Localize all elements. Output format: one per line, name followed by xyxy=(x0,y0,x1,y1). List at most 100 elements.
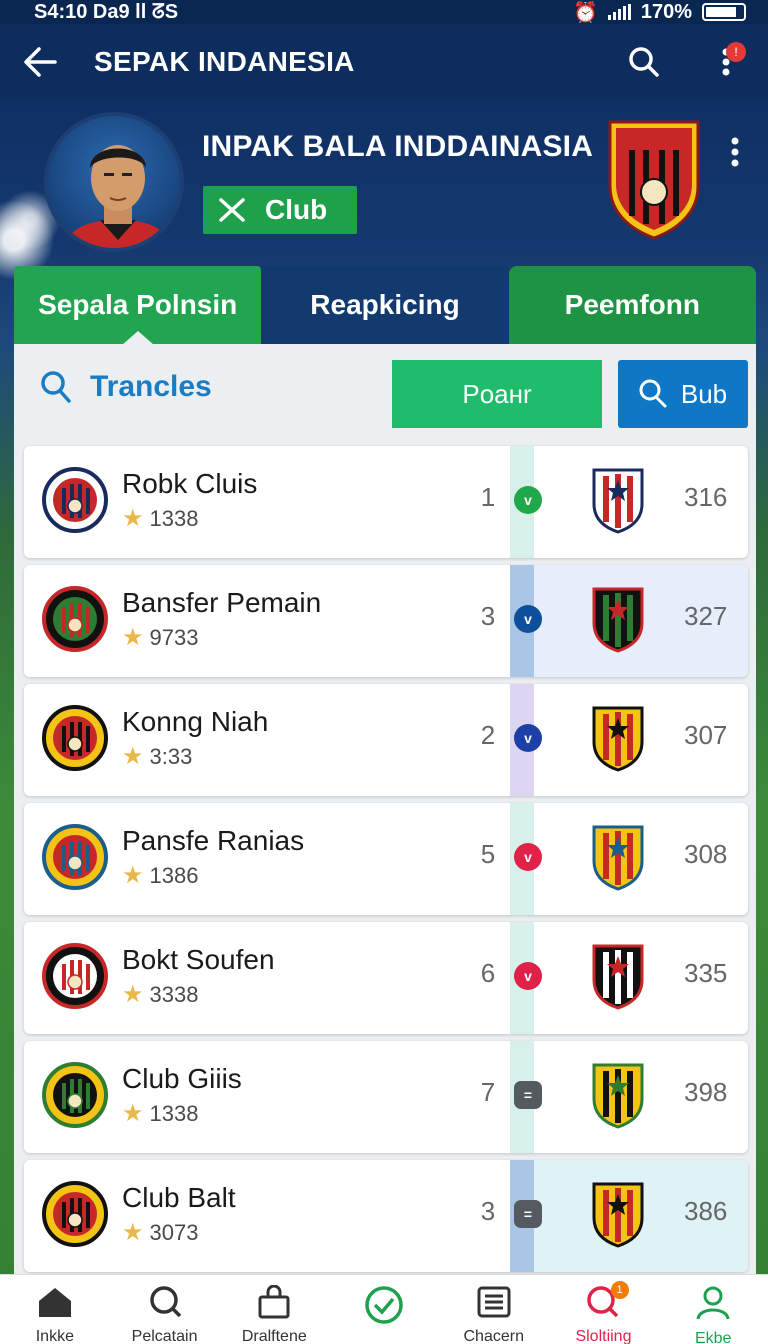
page-title: SEPAK INDANESIA xyxy=(94,46,355,77)
status-badge: v xyxy=(514,605,542,633)
status-time: S4:10 Da9 ll ᘔS xyxy=(34,0,179,23)
score-value: 335 xyxy=(684,958,728,988)
club-type-chip[interactable]: Club xyxy=(203,186,357,234)
score-value: 308 xyxy=(684,839,728,869)
star-icon: ★ xyxy=(122,1100,144,1127)
status-badge: v xyxy=(514,724,542,752)
club-header: INPAK BALA INDDAINASIA Club xyxy=(0,100,768,266)
header-more-button[interactable] xyxy=(720,130,750,174)
club-rating: ★ 3:33 xyxy=(122,742,192,771)
opponent-crest xyxy=(592,825,644,891)
club-name: Club Balt xyxy=(122,1182,236,1213)
nav-label: Inkke xyxy=(35,1328,74,1344)
rank-value: 5 xyxy=(480,839,496,869)
bottom-navigation: Inkke Pelcatain Dralftene Chacern Sloltiing 1… xyxy=(0,1274,768,1344)
nav-item-check[interactable] xyxy=(329,1275,439,1344)
search-club-button[interactable]: Bub xyxy=(618,360,748,428)
table-row[interactable]: Robk Cluis ★ 1338 1 v 316 xyxy=(24,446,748,558)
rank-value: 1 xyxy=(480,482,496,512)
table-row[interactable]: Pansfe Ranias ★ 1386 5 v 308 xyxy=(24,803,748,915)
star-icon: ★ xyxy=(122,505,144,532)
status-badge: = xyxy=(514,1081,542,1109)
club-name: Pansfe Ranias xyxy=(122,825,305,856)
more-menu-button[interactable]: ! xyxy=(706,42,746,82)
club-rating: ★ 1386 xyxy=(122,861,198,890)
opponent-crest xyxy=(592,1063,644,1129)
nav-item-dralftene[interactable]: Dralftene xyxy=(219,1275,329,1344)
status-badge: = xyxy=(514,1200,542,1228)
opponent-crest xyxy=(592,468,644,534)
rating-value: 3338 xyxy=(149,981,199,1007)
status-badge: v xyxy=(514,962,542,990)
search-filter-label: Trancles xyxy=(90,370,212,403)
rank-value: 7 xyxy=(480,1077,496,1107)
search-club-label: Bub xyxy=(680,378,728,409)
nav-label: Ekbe xyxy=(694,1330,732,1344)
battery-percent: 170% xyxy=(640,0,692,23)
score-value: 327 xyxy=(684,601,728,631)
score-value: 386 xyxy=(684,1196,728,1226)
rating-value: 3:33 xyxy=(149,743,193,769)
club-rating: ★ 9733 xyxy=(122,623,198,652)
search-icon xyxy=(41,371,71,403)
score-value: 316 xyxy=(684,482,728,512)
tab-bar: Sepala Polnsin Reapkicing Peemfonn xyxy=(14,266,756,344)
club-name: Konng Niah xyxy=(122,706,269,737)
rank-value: 3 xyxy=(480,601,496,631)
nav-item-ekbe[interactable]: Ekbe xyxy=(658,1275,768,1344)
search-icon xyxy=(147,1285,183,1324)
table-row[interactable]: Bansfer Pemain ★ 9733 3 v 327 xyxy=(24,565,748,677)
club-name: INPAK BALA INDDAINASIA xyxy=(202,130,594,163)
club-name: Club Giiis xyxy=(122,1063,242,1094)
list-icon xyxy=(476,1285,512,1324)
star-icon: ★ xyxy=(122,1219,144,1246)
nav-label: Sloltiing xyxy=(575,1328,632,1344)
search-icon xyxy=(639,379,667,408)
tab-peemfonn[interactable]: Peemfonn xyxy=(508,266,756,344)
table-row[interactable]: Club Giiis ★ 1338 7 = 398 xyxy=(24,1041,748,1153)
table-row[interactable]: Club Balt ★ 3073 3 = 386 xyxy=(24,1160,748,1272)
rank-value: 2 xyxy=(480,720,496,750)
club-name: Robk Cluis xyxy=(122,468,258,499)
club-logo xyxy=(42,467,108,533)
star-icon: ★ xyxy=(122,862,144,889)
tab-sepala-polnsin[interactable]: Sepala Polnsin xyxy=(14,266,262,344)
star-icon: ★ xyxy=(122,624,144,651)
avatar[interactable] xyxy=(44,112,184,252)
table-row[interactable]: Konng Niah ★ 3:33 2 v 307 xyxy=(24,684,748,796)
star-icon: ★ xyxy=(122,743,144,770)
battery-icon xyxy=(702,3,746,21)
nav-label: Dralftene xyxy=(241,1328,307,1344)
back-button[interactable] xyxy=(20,42,60,82)
player-button[interactable]: Poанr xyxy=(392,360,602,428)
search-filter[interactable]: Trancles xyxy=(40,370,212,404)
club-crest-logo xyxy=(608,120,700,240)
content-panel: Trancles Poанr Bub Robk Cluis ★ 1338 1 v… xyxy=(14,344,756,1274)
nav-item-inkke[interactable]: Inkke xyxy=(0,1275,110,1344)
score-value: 307 xyxy=(684,720,728,750)
app-bar: SEPAK INDANESIA ! xyxy=(0,24,768,100)
search-button[interactable] xyxy=(624,42,664,82)
table-row[interactable]: Bokt Soufen ★ 3338 6 v 335 xyxy=(24,922,748,1034)
status-bar: S4:10 Da9 ll ᘔS ⏰ 170% xyxy=(0,0,768,24)
player-portrait-image xyxy=(60,145,176,248)
status-icons: ⏰ 170% xyxy=(573,0,746,25)
opponent-crest xyxy=(592,944,644,1010)
nav-item-pelcatain[interactable]: Pelcatain xyxy=(110,1275,220,1344)
club-chip-label: Club xyxy=(265,194,328,225)
nav-label: Pelcatain xyxy=(131,1328,198,1344)
check-circle-icon xyxy=(364,1285,404,1330)
rating-value: 1338 xyxy=(149,505,199,531)
filter-toolbar: Trancles Poанr Bub xyxy=(14,344,756,440)
nav-item-sloltiing[interactable]: Sloltiing 1 xyxy=(549,1275,659,1344)
club-logo xyxy=(42,705,108,771)
rank-value: 6 xyxy=(480,958,496,988)
rating-value: 1386 xyxy=(149,862,199,888)
rating-value: 1338 xyxy=(149,1100,199,1126)
crossed-tools-icon xyxy=(219,198,245,222)
opponent-crest xyxy=(592,706,644,772)
tab-reapkicing[interactable]: Reapkicing xyxy=(261,266,509,344)
nav-item-chacern[interactable]: Chacern xyxy=(439,1275,549,1344)
club-rating: ★ 1338 xyxy=(122,504,198,533)
club-name: Bokt Soufen xyxy=(122,944,275,975)
